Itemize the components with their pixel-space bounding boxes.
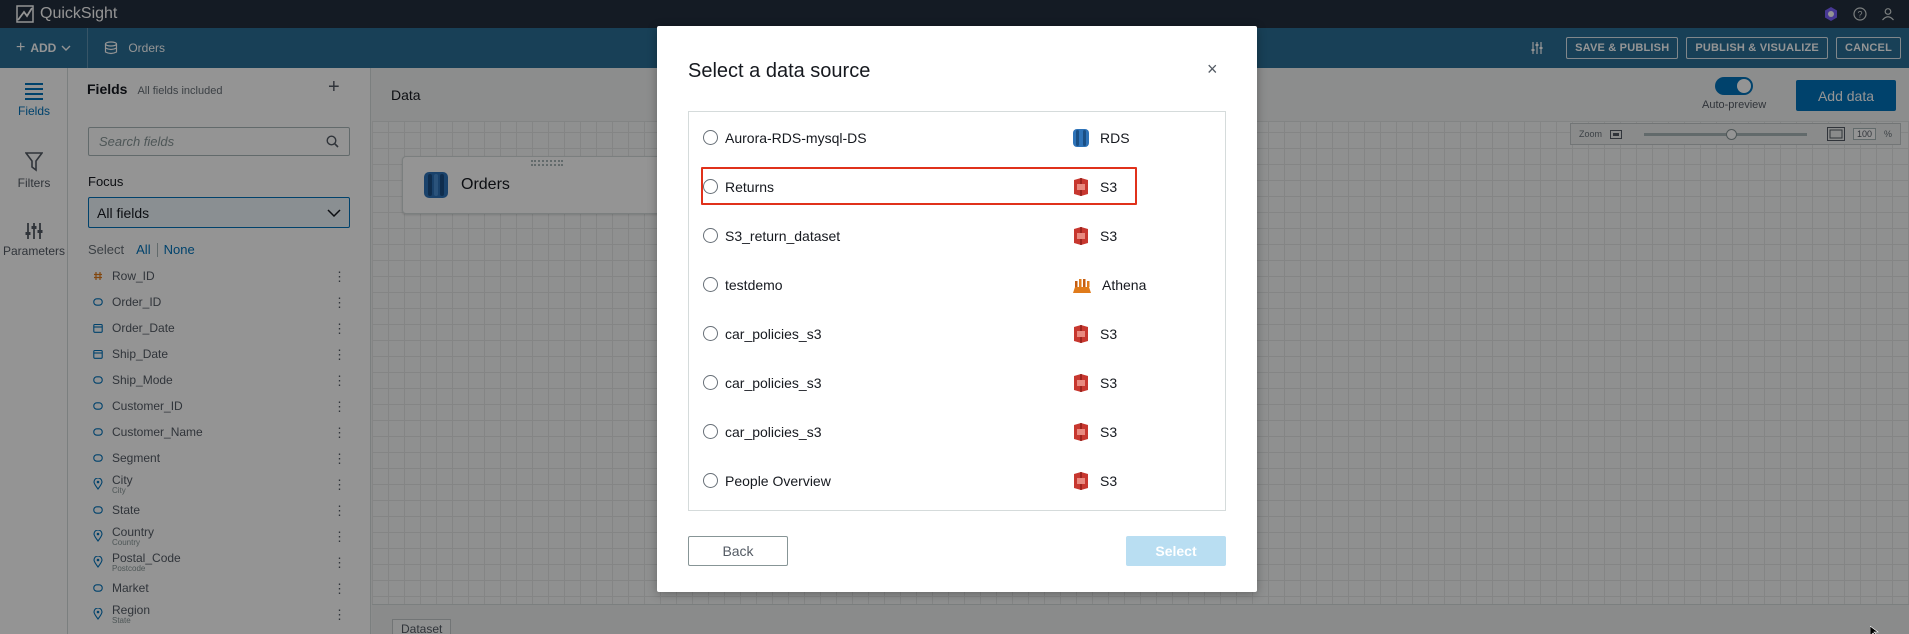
data-source-name: People Overview bbox=[725, 472, 831, 489]
data-source-type-label: RDS bbox=[1100, 129, 1130, 146]
data-source-name: car_policies_s3 bbox=[725, 423, 822, 440]
s3-icon bbox=[1072, 422, 1090, 442]
dialog-title: Select a data source bbox=[688, 60, 871, 82]
data-source-row[interactable]: S3_return_dataset S3 bbox=[689, 211, 1225, 260]
data-source-row[interactable]: car_policies_s3 S3 bbox=[689, 309, 1225, 358]
data-source-type-label: S3 bbox=[1100, 325, 1118, 342]
data-source-name: car_policies_s3 bbox=[725, 374, 822, 391]
data-source-type: RDS bbox=[1072, 128, 1130, 148]
data-source-name: S3_return_dataset bbox=[725, 227, 841, 244]
annotation-highlight-box bbox=[701, 167, 1137, 205]
data-source-type: S3 bbox=[1072, 471, 1117, 491]
s3-icon bbox=[1072, 471, 1090, 491]
s3-icon bbox=[1072, 373, 1090, 393]
data-source-name: Aurora-RDS-mysql-DS bbox=[725, 129, 867, 146]
data-source-type-label: S3 bbox=[1100, 374, 1118, 391]
data-source-radio[interactable] bbox=[703, 277, 718, 292]
data-source-type: S3 bbox=[1072, 422, 1117, 442]
data-source-type: S3 bbox=[1072, 373, 1117, 393]
select-data-source-dialog: Select a data source × Aurora-RDS-mysql-… bbox=[657, 26, 1257, 592]
back-button[interactable]: Back bbox=[688, 536, 788, 566]
data-source-radio[interactable] bbox=[703, 375, 718, 390]
data-source-row[interactable]: car_policies_s3 S3 bbox=[689, 358, 1225, 407]
data-source-row[interactable]: Aurora-RDS-mysql-DS RDS bbox=[689, 113, 1225, 162]
data-source-name: testdemo bbox=[725, 276, 783, 293]
data-source-radio[interactable] bbox=[703, 473, 718, 488]
s3-icon bbox=[1072, 226, 1090, 246]
select-button[interactable]: Select bbox=[1126, 536, 1226, 566]
mouse-cursor-icon bbox=[1870, 626, 1880, 634]
data-source-type: S3 bbox=[1072, 226, 1117, 246]
data-source-name: car_policies_s3 bbox=[725, 325, 822, 342]
data-source-type-label: S3 bbox=[1100, 227, 1118, 244]
data-source-radio[interactable] bbox=[703, 228, 718, 243]
data-source-row[interactable]: People Overview S3 bbox=[689, 456, 1225, 505]
data-source-type-label: Athena bbox=[1102, 276, 1147, 293]
s3-icon bbox=[1072, 324, 1090, 344]
athena-icon bbox=[1072, 276, 1092, 294]
data-source-type: Athena bbox=[1072, 276, 1146, 294]
data-source-radio[interactable] bbox=[703, 130, 718, 145]
rds-icon bbox=[1072, 128, 1090, 148]
data-source-type: S3 bbox=[1072, 324, 1117, 344]
data-source-row[interactable]: testdemo Athena bbox=[689, 260, 1225, 309]
data-source-radio[interactable] bbox=[703, 424, 718, 439]
data-source-type-label: S3 bbox=[1100, 472, 1118, 489]
data-source-row[interactable]: car_policies_s3 S3 bbox=[689, 407, 1225, 456]
close-icon[interactable]: × bbox=[1207, 59, 1218, 80]
data-source-type-label: S3 bbox=[1100, 423, 1118, 440]
data-source-radio[interactable] bbox=[703, 326, 718, 341]
